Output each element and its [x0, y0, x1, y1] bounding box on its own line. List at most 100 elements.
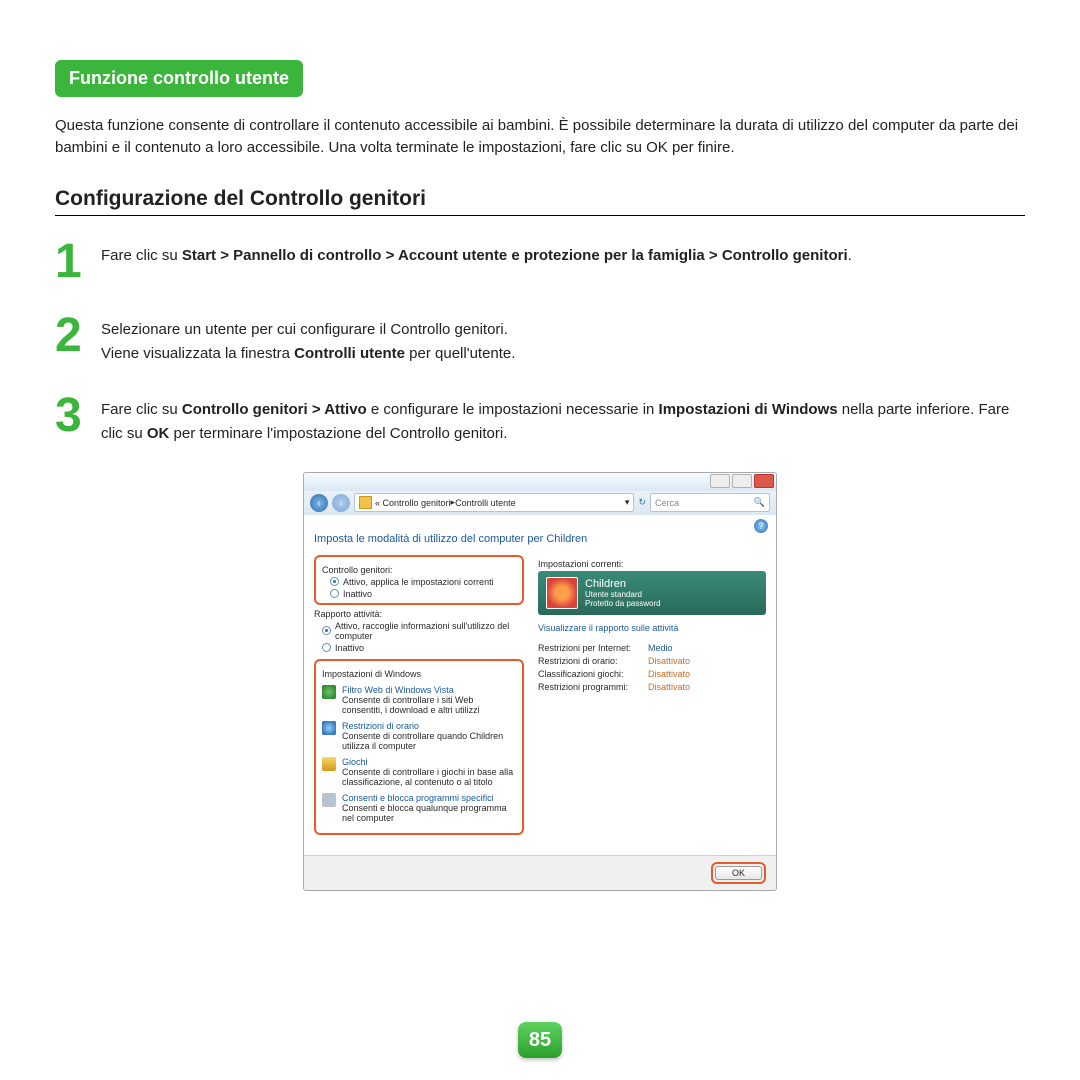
refresh-icon[interactable]: ↻: [638, 497, 646, 508]
stat-row: Classificazioni giochi:Disattivato: [538, 669, 766, 679]
step-path: Start > Pannello di controllo > Account …: [182, 247, 848, 264]
radio-icon: [330, 589, 339, 598]
step-bold: Controllo genitori > Attivo: [182, 401, 367, 418]
left-column: Controllo genitori: Attivo, applica le i…: [314, 555, 524, 839]
step-1: 1 Fare clic su Start > Pannello di contr…: [55, 238, 1025, 286]
user-card: Children Utente standard Protetto da pas…: [538, 571, 766, 615]
step-text: .: [848, 247, 852, 264]
subheading: Configurazione del Controllo genitori: [55, 187, 1025, 211]
radio-pc-off[interactable]: Inattivo: [330, 589, 516, 599]
group-label: Impostazioni correnti:: [538, 559, 766, 569]
window-body: ? Imposta le modalità di utilizzo del co…: [304, 515, 776, 855]
breadcrumb-text: Controlli utente: [455, 498, 516, 508]
stat-label: Restrizioni di orario:: [538, 656, 648, 666]
setting-title: Consenti e blocca programmi specifici: [342, 793, 516, 803]
radio-act-off[interactable]: Inattivo: [322, 643, 524, 653]
stat-value[interactable]: Disattivato: [648, 669, 690, 679]
stat-value[interactable]: Disattivato: [648, 682, 690, 692]
group-label: Impostazioni di Windows: [322, 669, 516, 679]
search-icon: 🔍: [754, 497, 765, 508]
radio-icon: [322, 643, 331, 652]
step-text: e configurare le impostazioni necessarie…: [367, 401, 659, 418]
parental-control-group-highlight: Controllo genitori: Attivo, applica le i…: [314, 555, 524, 605]
windows-settings-highlight: Impostazioni di Windows Filtro Web di Wi…: [314, 659, 524, 835]
maximize-button[interactable]: [732, 474, 752, 488]
right-column: Impostazioni correnti: Children Utente s…: [538, 555, 766, 839]
setting-title: Restrizioni di orario: [342, 721, 516, 731]
step-text: Fare clic su: [101, 401, 182, 418]
step-bold: Controlli utente: [294, 345, 405, 362]
stat-row: Restrizioni programmi:Disattivato: [538, 682, 766, 692]
setting-desc: Consenti e blocca qualunque programma ne…: [342, 803, 516, 823]
stat-row: Restrizioni di orario:Disattivato: [538, 656, 766, 666]
step-body: Selezionare un utente per cui configurar…: [101, 312, 515, 366]
radio-label: Inattivo: [343, 589, 372, 599]
breadcrumb[interactable]: « Controllo genitori ▸ Controlli utente …: [354, 493, 634, 512]
vista-window: ‹ › « Controllo genitori ▸ Controlli ute…: [303, 472, 777, 891]
step-2: 2 Selezionare un utente per cui configur…: [55, 312, 1025, 366]
radio-label: Attivo, raccoglie informazioni sull'util…: [335, 621, 524, 641]
step-bold: OK: [147, 425, 170, 442]
radio-icon: [330, 577, 339, 586]
subheading-divider: [55, 215, 1025, 216]
radio-icon: [322, 626, 331, 635]
step-3: 3 Fare clic su Controllo genitori > Atti…: [55, 392, 1025, 446]
forward-button[interactable]: ›: [332, 494, 350, 512]
setting-title: Filtro Web di Windows Vista: [342, 685, 516, 695]
radio-pc-on[interactable]: Attivo, applica le impostazioni correnti: [330, 577, 516, 587]
shield-icon: [359, 496, 372, 509]
clock-icon: [322, 721, 336, 735]
setting-desc: Consente di controllare i giochi in base…: [342, 767, 516, 787]
step-number: 2: [55, 312, 89, 360]
radio-act-on[interactable]: Attivo, raccoglie informazioni sull'util…: [322, 621, 524, 641]
radio-label: Inattivo: [335, 643, 364, 653]
setting-programs[interactable]: Consenti e blocca programmi specificiCon…: [322, 793, 516, 823]
stat-label: Classificazioni giochi:: [538, 669, 648, 679]
step-text: Viene visualizzata la finestra: [101, 345, 294, 362]
step-body: Fare clic su Controllo genitori > Attivo…: [101, 392, 1025, 446]
trophy-icon: [322, 757, 336, 771]
ok-button[interactable]: OK: [715, 866, 762, 880]
window-titlebar: [304, 473, 776, 491]
page-number-badge: 85: [518, 1022, 562, 1058]
stat-value[interactable]: Disattivato: [648, 656, 690, 666]
section-title-badge: Funzione controllo utente: [55, 60, 303, 97]
stat-value[interactable]: Medio: [648, 643, 673, 653]
setting-desc: Consente di controllare quando Children …: [342, 731, 516, 751]
step-bold: Impostazioni di Windows: [659, 401, 838, 418]
avatar: [546, 577, 578, 609]
step-number: 1: [55, 238, 89, 286]
address-bar-row: ‹ › « Controllo genitori ▸ Controlli ute…: [304, 491, 776, 515]
stat-label: Restrizioni programmi:: [538, 682, 648, 692]
group-label: Rapporto attività:: [314, 609, 524, 619]
user-pw-status: Protetto da password: [585, 599, 661, 608]
search-input[interactable]: Cerca 🔍: [650, 493, 770, 512]
radio-label: Attivo, applica le impostazioni correnti: [343, 577, 494, 587]
user-name: Children: [585, 578, 661, 590]
step-text: per terminare l'impostazione del Control…: [169, 425, 507, 442]
step-text: Selezionare un utente per cui configurar…: [101, 318, 515, 342]
lock-icon: [322, 793, 336, 807]
breadcrumb-text: « Controllo genitori: [375, 498, 451, 508]
user-type: Utente standard: [585, 590, 661, 599]
window-controls: [710, 474, 774, 488]
globe-icon: [322, 685, 336, 699]
step-text: per quell'utente.: [405, 345, 515, 362]
back-button[interactable]: ‹: [310, 494, 328, 512]
view-activity-report-link[interactable]: Visualizzare il rapporto sulle attività: [538, 623, 766, 633]
step-body: Fare clic su Start > Pannello di control…: [101, 238, 852, 268]
setting-web-filter[interactable]: Filtro Web di Windows VistaConsente di c…: [322, 685, 516, 715]
setting-games[interactable]: GiochiConsente di controllare i giochi i…: [322, 757, 516, 787]
step-number: 3: [55, 392, 89, 440]
search-placeholder: Cerca: [655, 498, 679, 508]
intro-paragraph: Questa funzione consente di controllare …: [55, 115, 1025, 159]
close-button[interactable]: [754, 474, 774, 488]
setting-desc: Consente di controllare i siti Web conse…: [342, 695, 516, 715]
stat-label: Restrizioni per Internet:: [538, 643, 648, 653]
setting-time-limits[interactable]: Restrizioni di orarioConsente di control…: [322, 721, 516, 751]
minimize-button[interactable]: [710, 474, 730, 488]
stat-row: Restrizioni per Internet:Medio: [538, 643, 766, 653]
ok-button-highlight: OK: [711, 862, 766, 884]
window-heading: Imposta le modalità di utilizzo del comp…: [314, 533, 766, 545]
help-icon[interactable]: ?: [754, 519, 768, 533]
